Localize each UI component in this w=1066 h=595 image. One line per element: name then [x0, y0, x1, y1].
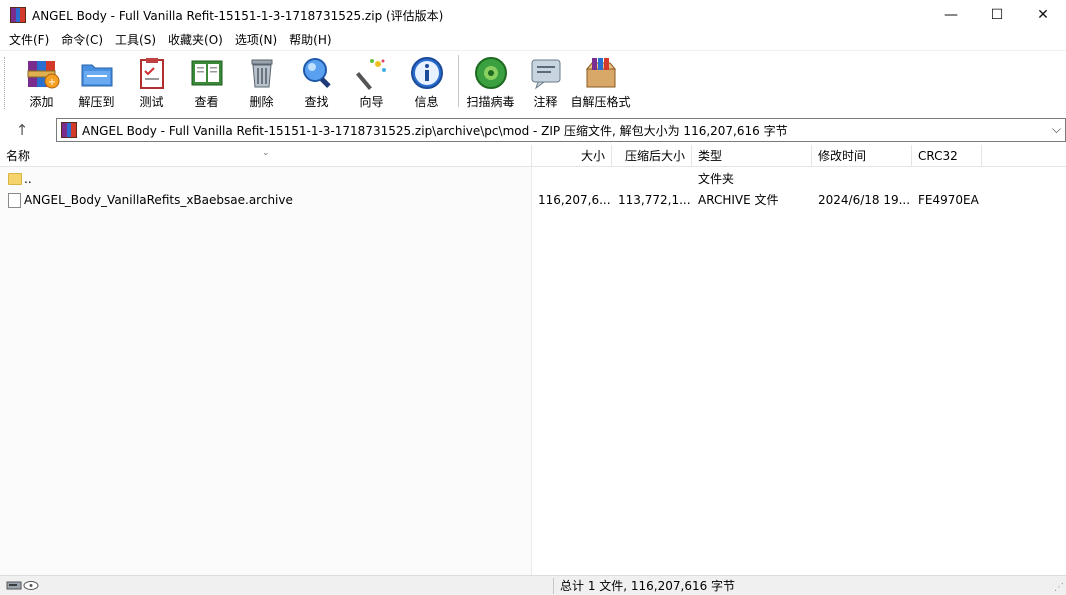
menu-file[interactable]: 文件(F) — [3, 30, 55, 50]
column-headers: 名称 ⌄ 大小 压缩后大小 类型 修改时间 CRC32 — [0, 145, 1066, 167]
header-crc32[interactable]: CRC32 — [912, 145, 982, 167]
winrar-app-icon — [10, 7, 26, 23]
row-packed-size: 113,772,1... — [618, 193, 691, 207]
header-name-label: 名称 — [6, 149, 31, 163]
menu-bar: 文件(F) 命令(C) 工具(S) 收藏夹(O) 选项(N) 帮助(H) — [0, 30, 1066, 50]
status-bar: 总计 1 文件, 116,207,616 字节 ⋰ — [0, 575, 1066, 595]
delete-button-label: 删除 — [249, 95, 274, 109]
name-column-shade — [0, 167, 532, 575]
view-icon — [191, 60, 222, 86]
header-type[interactable]: 类型 — [692, 145, 812, 167]
row-packed-size — [612, 169, 692, 190]
toolbar-grip — [4, 57, 7, 109]
title-bar: ANGEL Body - Full Vanilla Refit-15151-1-… — [0, 0, 1066, 30]
toolbar-separator — [458, 55, 459, 107]
archive-icon — [61, 122, 77, 138]
list-item-archive-file[interactable]: ANGEL_Body_VanillaRefits_xBaebsae.archiv… — [0, 190, 1066, 211]
comment-button-label: 注释 — [533, 95, 558, 109]
virus-scan-button[interactable]: 扫描病毒 — [463, 51, 518, 113]
up-one-level-button[interactable]: ↑ — [0, 117, 44, 143]
extract-to-button[interactable]: 解压到 — [69, 51, 124, 113]
sfx-icon — [585, 58, 616, 88]
find-button-label: 查找 — [304, 95, 329, 109]
add-button[interactable]: + 添加 — [14, 51, 69, 113]
row-modified — [812, 169, 912, 190]
test-button[interactable]: 测试 — [124, 51, 179, 113]
status-drive-indicator — [6, 579, 40, 591]
close-button[interactable]: ✕ — [1020, 0, 1066, 30]
extract-to-icon — [81, 64, 112, 87]
header-size[interactable]: 大小 — [532, 145, 612, 167]
header-modified[interactable]: 修改时间 — [812, 145, 912, 167]
wizard-icon — [355, 59, 386, 90]
sfx-button-label: 自解压格式 — [570, 95, 631, 109]
address-row: ↑ ANGEL Body - Full Vanilla Refit-15151-… — [0, 116, 1066, 144]
sort-caret-icon: ⌄ — [262, 148, 270, 158]
window-title: ANGEL Body - Full Vanilla Refit-15151-1-… — [32, 8, 444, 23]
find-icon — [302, 58, 331, 88]
row-name: .. — [24, 172, 32, 186]
address-bar[interactable]: ANGEL Body - Full Vanilla Refit-15151-1-… — [56, 118, 1066, 142]
row-crc32 — [912, 169, 992, 190]
row-size: 116,207,6... — [538, 193, 611, 207]
row-crc32: FE4970EA — [918, 193, 979, 207]
menu-favorites[interactable]: 收藏夹(O) — [162, 30, 229, 50]
resize-grip-icon[interactable]: ⋰ — [1054, 582, 1064, 593]
address-dropdown-icon[interactable]: ⌵ — [1052, 122, 1061, 137]
sfx-button[interactable]: 自解压格式 — [570, 51, 631, 113]
virus-scan-icon — [474, 57, 507, 89]
maximize-button[interactable]: ☐ — [974, 0, 1020, 30]
status-summary: 总计 1 文件, 116,207,616 字节 — [560, 579, 736, 593]
file-list: 名称 ⌄ 大小 压缩后大小 类型 修改时间 CRC32 .. 文件夹 ANGEL… — [0, 145, 1066, 575]
svg-text:+: + — [47, 77, 55, 88]
menu-commands[interactable]: 命令(C) — [55, 30, 109, 50]
view-button-label: 查看 — [194, 95, 219, 109]
info-button[interactable]: 信息 — [399, 51, 454, 113]
address-path: ANGEL Body - Full Vanilla Refit-15151-1-… — [82, 123, 788, 138]
status-separator — [553, 578, 554, 594]
info-icon — [410, 57, 443, 89]
drive-icon — [6, 581, 39, 590]
delete-button[interactable]: 删除 — [234, 51, 289, 113]
extract-to-button-label: 解压到 — [78, 95, 115, 109]
comment-button[interactable]: 注释 — [518, 51, 573, 113]
up-arrow-icon: ↑ — [15, 121, 29, 139]
header-name[interactable]: 名称 ⌄ — [0, 145, 532, 167]
menu-tools[interactable]: 工具(S) — [109, 30, 162, 50]
row-type: ARCHIVE 文件 — [698, 193, 779, 207]
wizard-button-label: 向导 — [359, 95, 384, 109]
test-button-label: 测试 — [139, 95, 164, 109]
virus-scan-button-label: 扫描病毒 — [466, 95, 515, 109]
add-button-label: 添加 — [29, 95, 54, 109]
list-item-parent-folder[interactable]: .. 文件夹 — [0, 169, 1066, 190]
find-button[interactable]: 查找 — [289, 51, 344, 113]
header-packed-size[interactable]: 压缩后大小 — [612, 145, 692, 167]
comment-icon — [531, 59, 560, 90]
test-icon — [139, 58, 164, 89]
row-name: ANGEL_Body_VanillaRefits_xBaebsae.archiv… — [24, 193, 293, 207]
wizard-button[interactable]: 向导 — [344, 51, 399, 113]
row-size — [532, 169, 612, 190]
minimize-button[interactable]: — — [928, 0, 974, 30]
toolbar: + 添加 解压到 测试 查看 删除 查找 向导 信息 扫描病毒 注释 自解压格式 — [0, 50, 1066, 116]
row-modified: 2024/6/18 19... — [818, 193, 911, 207]
view-button[interactable]: 查看 — [179, 51, 234, 113]
window-controls: — ☐ ✕ — [928, 0, 1066, 30]
menu-help[interactable]: 帮助(H) — [283, 30, 337, 50]
add-archive-icon: + — [27, 61, 59, 89]
menu-options[interactable]: 选项(N) — [229, 30, 283, 50]
row-type: 文件夹 — [698, 172, 735, 186]
delete-icon — [251, 59, 272, 88]
info-button-label: 信息 — [414, 95, 439, 109]
